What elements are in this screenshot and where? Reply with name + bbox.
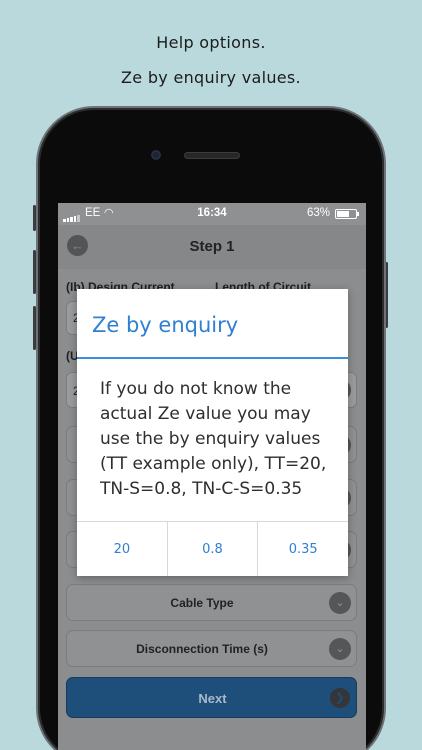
page-title: Step 1: [189, 238, 235, 255]
disconnection-time-select[interactable]: Disconnection Time (s) ⌄: [66, 630, 357, 667]
option-tn-c-s-button[interactable]: 0.35: [258, 522, 348, 576]
dialog-title-divider: [77, 357, 348, 359]
caption-ze-values: Ze by enquiry values.: [121, 68, 301, 87]
next-button[interactable]: Next ❯: [66, 677, 357, 718]
earpiece-speaker: [184, 152, 240, 159]
option-tn-s-button[interactable]: 0.8: [168, 522, 259, 576]
chevron-right-icon: ❯: [330, 688, 350, 708]
option-tt-button[interactable]: 20: [77, 522, 168, 576]
chevron-down-icon: ⌄: [329, 592, 351, 614]
cable-type-select[interactable]: Cable Type ⌄: [66, 584, 357, 621]
dialog-title: Ze by enquiry: [92, 313, 239, 337]
front-camera: [151, 150, 161, 160]
status-bar: EE ◠ 16:34 63%: [58, 203, 366, 225]
battery-percent: 63%: [306, 207, 330, 219]
navigation-bar: ← Step 1: [58, 225, 366, 269]
dialog-options: 20 0.8 0.35: [77, 521, 348, 576]
chevron-down-icon: ⌄: [329, 638, 351, 660]
dialog-message: If you do not know the actual Ze value y…: [100, 379, 327, 499]
battery-icon: [335, 209, 359, 219]
next-button-label: Next: [198, 691, 227, 706]
ze-enquiry-dialog: Ze by enquiry If you do not know the act…: [77, 289, 348, 576]
cable-type-label: Cable Type: [170, 596, 234, 610]
disconnection-time-label: Disconnection Time (s): [136, 642, 268, 656]
caption-help-options: Help options.: [156, 33, 266, 52]
